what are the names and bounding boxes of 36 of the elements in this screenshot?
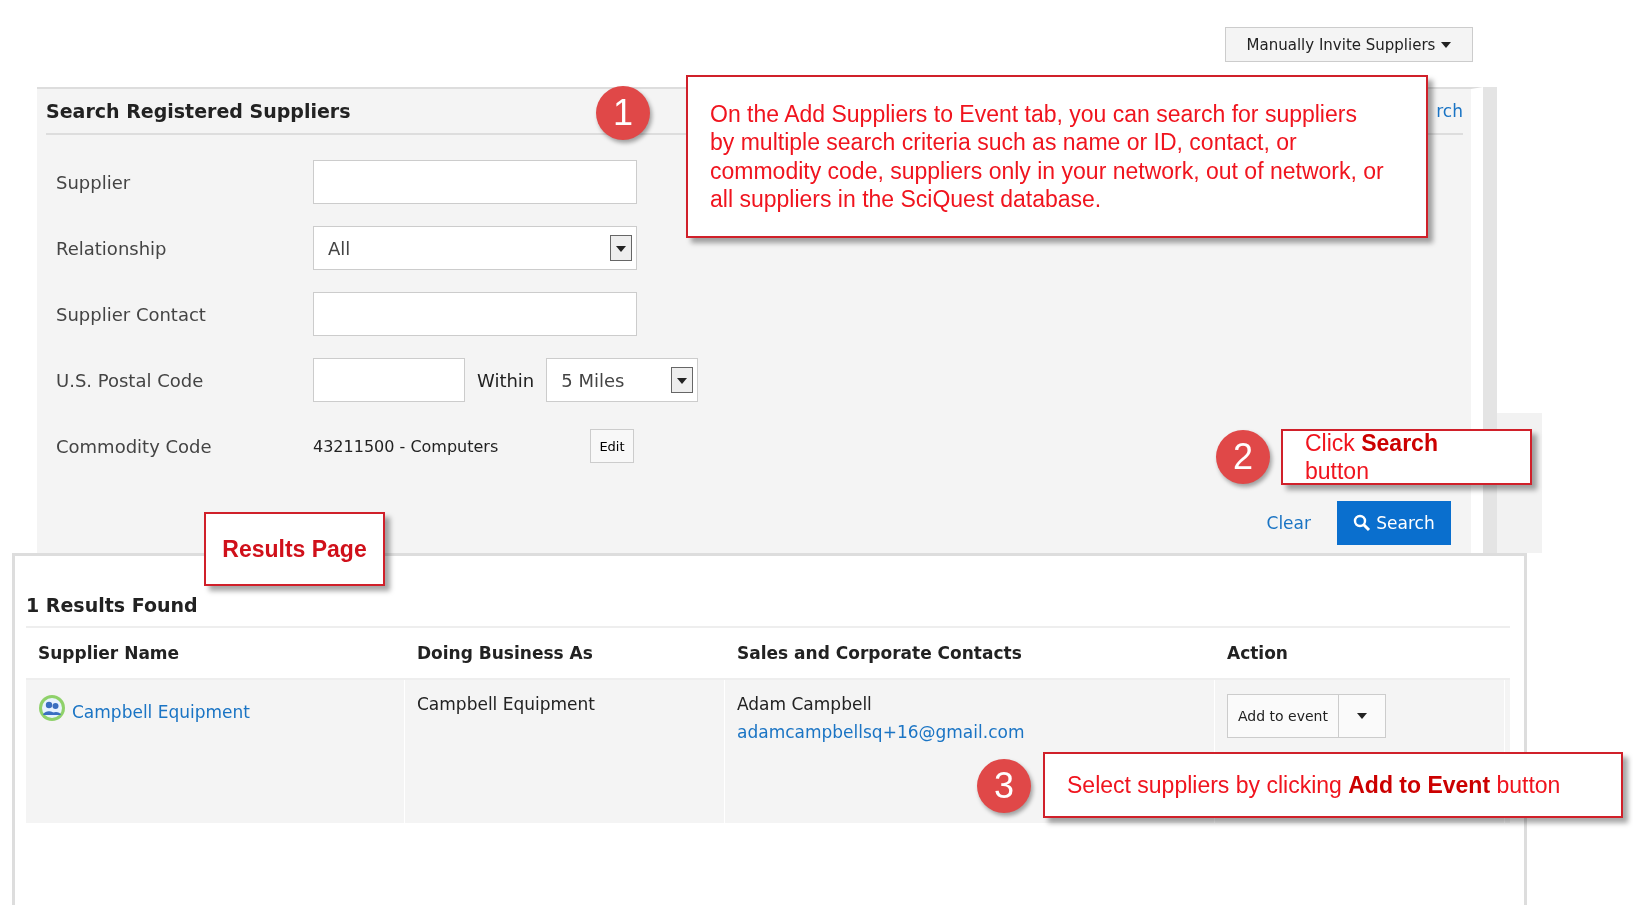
edit-button[interactable]: Edit bbox=[590, 429, 634, 463]
within-label: Within bbox=[476, 369, 536, 391]
column-header: Action bbox=[1215, 628, 1505, 678]
select-field[interactable]: 5 Miles bbox=[546, 358, 699, 402]
field-label: U.S. Postal Code bbox=[56, 369, 205, 391]
contact-name: Adam Campbell bbox=[737, 694, 872, 714]
field-label: Supplier bbox=[56, 171, 132, 193]
caret-icon bbox=[1441, 41, 1452, 48]
panel-title: Search Registered Suppliers bbox=[46, 100, 351, 122]
invite-suppliers-dropdown[interactable]: Manually Invite Suppliers bbox=[1225, 27, 1473, 62]
supplier-name-link[interactable]: Campbell Equipment bbox=[72, 702, 251, 722]
results-count: 1 Results Found bbox=[26, 594, 1510, 628]
search-link[interactable]: rch bbox=[1436, 101, 1463, 121]
callout-note: Select suppliers by clicking Add to Event button bbox=[1043, 752, 1623, 818]
input-field[interactable] bbox=[313, 358, 465, 402]
callout-note: Click Search button bbox=[1281, 429, 1532, 485]
column-header: Sales and Corporate Contacts bbox=[725, 628, 1215, 678]
field-label: Commodity Code bbox=[56, 435, 213, 457]
column-header: Doing Business As bbox=[405, 628, 725, 678]
add-to-event-split-button[interactable]: Add to event bbox=[1227, 694, 1386, 738]
callout-note: On the Add Suppliers to Event tab, you can search for suppliers by multiple search criteria such as name or ID, contact, or commodity code, suppliers only in your network, out of network, or all suppliers in the SciQuest database. bbox=[686, 75, 1428, 238]
field-label: Relationship bbox=[56, 237, 168, 259]
field-label: Supplier Contact bbox=[56, 303, 207, 325]
supplier-people-icon bbox=[38, 694, 66, 722]
table-cell: Campbell Equipment bbox=[417, 694, 596, 714]
caret-icon bbox=[1356, 713, 1367, 719]
input-field[interactable] bbox=[313, 160, 637, 204]
contact-email-link[interactable]: adamcampbellsq+16@gmail.com bbox=[737, 722, 1025, 742]
input-field[interactable] bbox=[313, 292, 637, 336]
select-field[interactable]: All bbox=[313, 226, 637, 270]
column-header: Supplier Name bbox=[26, 628, 405, 678]
search-button[interactable]: Search bbox=[1337, 501, 1451, 545]
commodity-value: 43211500 - Computers bbox=[313, 436, 500, 456]
callout-note: Results Page bbox=[204, 512, 385, 586]
search-icon bbox=[1353, 514, 1372, 532]
clear-link[interactable]: Clear bbox=[1266, 513, 1311, 533]
